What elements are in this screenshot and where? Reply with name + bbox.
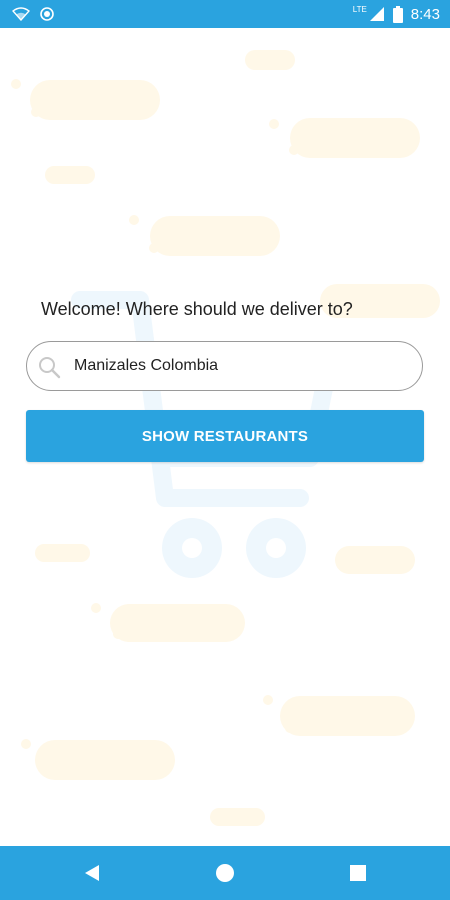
home-icon [216, 864, 234, 882]
location-search-box[interactable] [26, 341, 423, 391]
location-search-input[interactable] [74, 342, 404, 390]
clock: 8:43 [410, 5, 440, 23]
signal-icon [369, 7, 384, 21]
back-button[interactable] [62, 846, 122, 900]
recents-icon [350, 865, 366, 881]
navigation-bar [0, 846, 450, 900]
wifi-icon [12, 7, 30, 21]
back-icon [85, 865, 99, 881]
search-icon [39, 357, 61, 379]
welcome-heading: Welcome! Where should we deliver to? [41, 299, 353, 319]
show-restaurants-button[interactable]: SHOW RESTAURANTS [26, 410, 424, 462]
status-bar: LTE 8:43 [0, 0, 450, 28]
home-button[interactable] [195, 846, 255, 900]
battery-icon [392, 5, 403, 23]
recents-button[interactable] [328, 846, 388, 900]
sync-icon [40, 7, 54, 21]
network-type-label: LTE [352, 4, 367, 14]
